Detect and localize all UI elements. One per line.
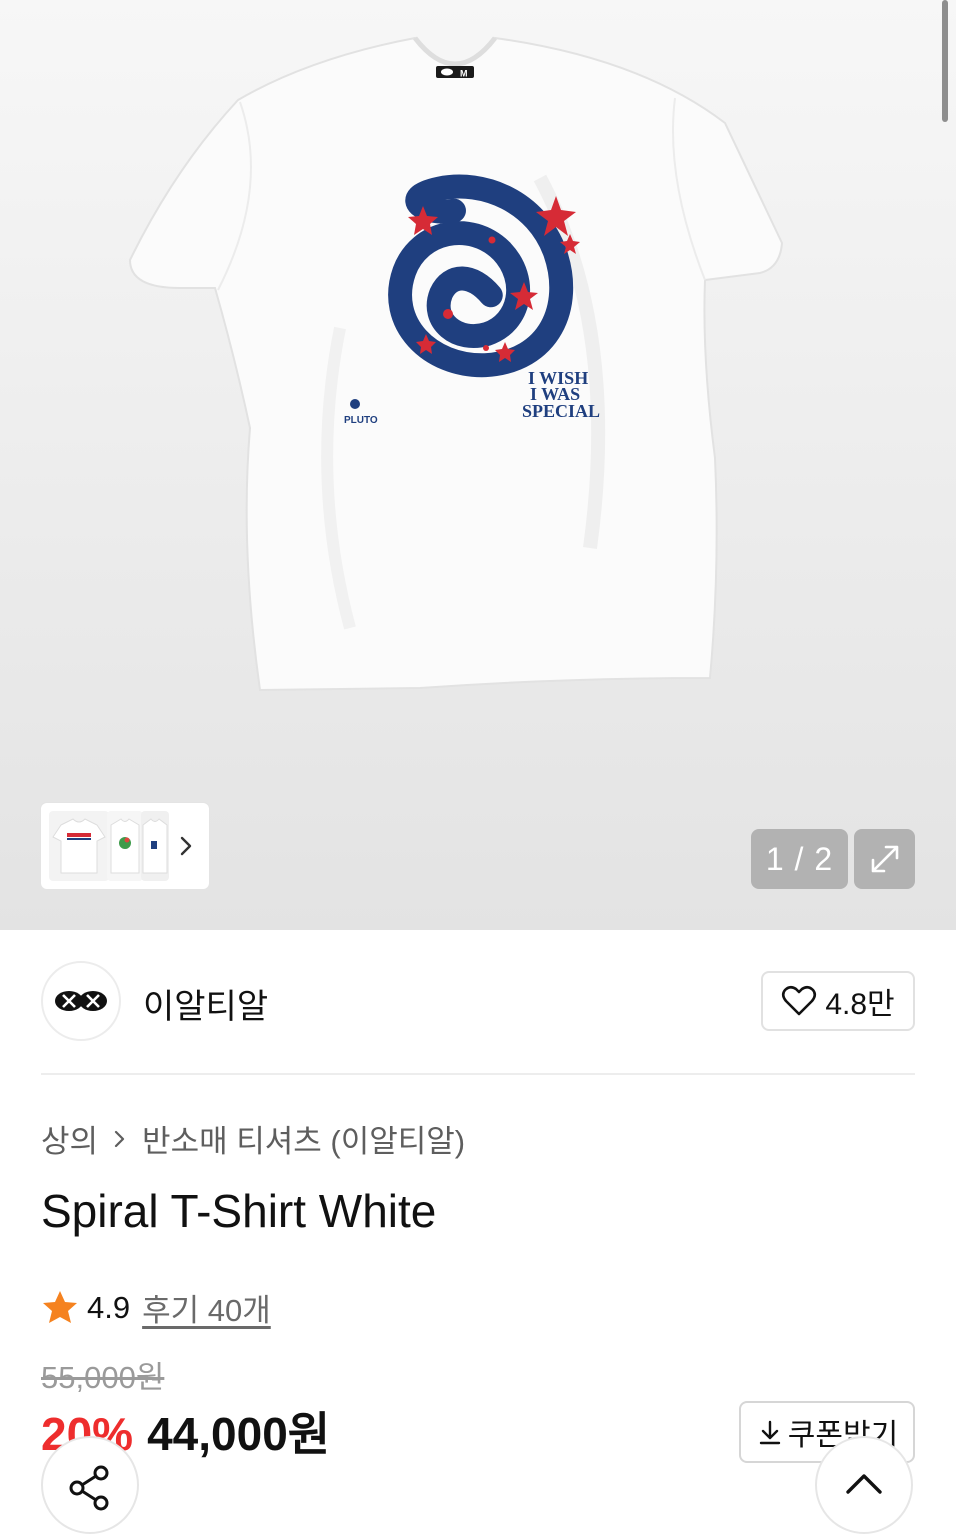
heart-outline-icon (782, 985, 817, 1016)
star-icon (43, 1290, 77, 1323)
collar-tag: M (436, 66, 474, 79)
chevron-right-icon (114, 1130, 125, 1147)
sale-price: 44,000원 (147, 1408, 331, 1460)
like-button[interactable]: 4.8만 (761, 971, 915, 1031)
scroll-to-top-button[interactable] (815, 1436, 913, 1534)
image-counter: 1 / 2 (751, 829, 848, 889)
rating-row: 4.9 후기 40개 (41, 1285, 271, 1330)
brand-name[interactable]: 이알티알 (143, 979, 268, 1028)
brand-row: 이알티알 4.8만 (41, 961, 915, 1041)
share-button[interactable] (41, 1436, 139, 1534)
share-icon (69, 1465, 109, 1511)
thumbnail-2[interactable] (107, 811, 143, 881)
print-line-3: SPECIAL (522, 401, 600, 421)
review-link[interactable]: 후기 40개 (142, 1285, 271, 1330)
divider (41, 1073, 915, 1075)
rating-value: 4.9 (87, 1289, 131, 1325)
pluto-print: PLUTO (344, 415, 378, 426)
brand-logo-icon (55, 991, 107, 1011)
brand-logo[interactable] (41, 961, 121, 1041)
thumbnail-3[interactable] (141, 811, 169, 881)
original-price: 55,000원 (41, 1360, 165, 1395)
breadcrumb: 상의 반소매 티셔츠 (이알티알) (41, 1116, 465, 1161)
expand-button[interactable] (854, 829, 915, 889)
product-image-gallery[interactable]: M I WISH I WAS SPECIAL PLUTO 1 / 2 (0, 0, 956, 930)
download-icon (759, 1420, 780, 1445)
product-image[interactable]: M I WISH I WAS SPECIAL PLUTO (120, 28, 790, 698)
thumbnail-1[interactable] (49, 811, 109, 881)
expand-icon (871, 845, 898, 873)
breadcrumb-level-2[interactable]: 반소매 티셔츠 (이알티알) (142, 1116, 465, 1161)
breadcrumb-level-1[interactable]: 상의 (41, 1116, 98, 1161)
thumbnail-strip[interactable] (41, 803, 209, 889)
scrollbar[interactable] (942, 0, 948, 122)
product-title: Spiral T-Shirt White (41, 1185, 437, 1237)
collar-tag-text: M (460, 69, 468, 79)
chevron-up-icon (846, 1474, 882, 1494)
like-count: 4.8만 (825, 988, 895, 1021)
chevron-right-icon[interactable] (173, 831, 199, 861)
